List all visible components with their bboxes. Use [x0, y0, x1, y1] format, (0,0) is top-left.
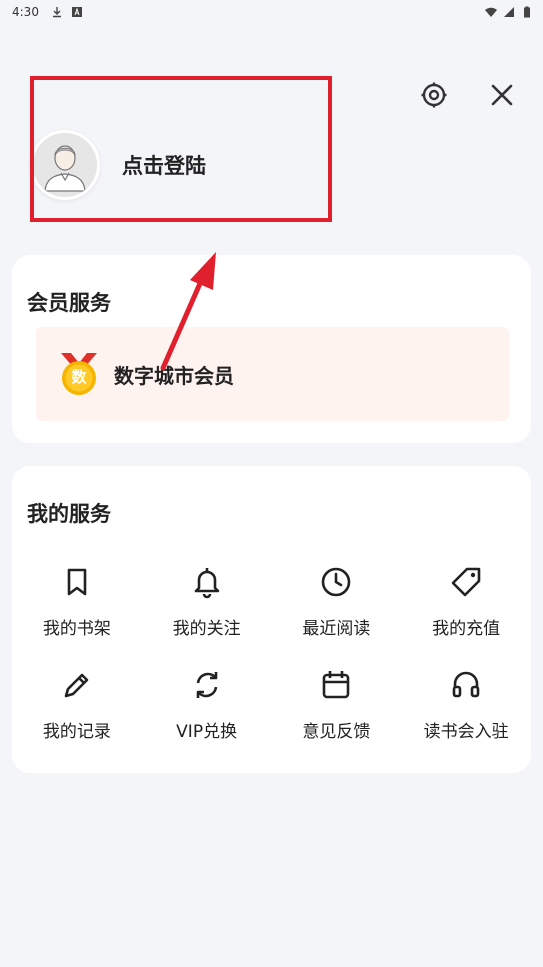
- download-icon: [52, 7, 61, 18]
- close-button[interactable]: [487, 80, 517, 110]
- service-label: 意见反馈: [302, 722, 371, 742]
- bell-icon: [194, 568, 219, 599]
- service-vip-exchange[interactable]: VIP兑换: [142, 665, 272, 742]
- close-icon: [491, 84, 513, 106]
- service-label: 我的充值: [432, 619, 501, 639]
- battery-icon: [524, 6, 530, 18]
- headset-icon: [452, 671, 480, 698]
- settings-button[interactable]: [419, 80, 449, 110]
- pencil-icon: [64, 673, 89, 698]
- my-services-card: 我的服务 我的书架 我的关注 最近阅读 我的充值 我的记录 VIP兑换 意见反馈…: [12, 466, 531, 773]
- top-actions: [419, 80, 517, 110]
- avatar[interactable]: [30, 130, 100, 200]
- my-services-title: 我的服务: [27, 502, 111, 526]
- member-item-label: 数字城市会员: [114, 363, 234, 388]
- login-prompt[interactable]: 点击登陆: [122, 150, 206, 180]
- service-recent-reading[interactable]: 最近阅读: [272, 562, 402, 639]
- service-bookshelf[interactable]: 我的书架: [12, 562, 142, 639]
- service-label: 我的记录: [42, 722, 111, 742]
- service-label: 我的书架: [42, 619, 111, 639]
- service-label: 我的关注: [172, 619, 241, 639]
- status-time: 4:30: [12, 5, 39, 19]
- service-following[interactable]: 我的关注: [142, 562, 272, 639]
- bookmark-icon: [67, 568, 87, 596]
- service-label: VIP兑换: [176, 722, 238, 742]
- service-book-club[interactable]: 读书会入驻: [401, 665, 531, 742]
- tag-icon: [451, 567, 481, 597]
- digital-city-member-item[interactable]: 数 数字城市会员: [36, 327, 509, 421]
- service-recharge[interactable]: 我的充值: [401, 562, 531, 639]
- avatar-icon: [44, 145, 86, 192]
- service-feedback[interactable]: 意见反馈: [272, 665, 402, 742]
- wifi-icon: [485, 7, 497, 17]
- services-grid: 我的书架 我的关注 最近阅读 我的充值 我的记录 VIP兑换 意见反馈 读书会入…: [12, 562, 531, 742]
- service-label: 读书会入驻: [423, 722, 509, 742]
- member-services-card: 会员服务 数 数字城市会员: [12, 255, 531, 443]
- settings-icon: [421, 82, 447, 108]
- member-badge-text: 数: [71, 368, 87, 386]
- calendar-icon: [323, 671, 350, 699]
- refresh-icon: [196, 672, 217, 698]
- service-records[interactable]: 我的记录: [12, 665, 142, 742]
- status-bar: 4:30: [0, 0, 543, 24]
- app-notification-icon: [71, 7, 82, 17]
- member-badge-icon: 数: [56, 351, 102, 397]
- signal-icon: [504, 7, 514, 17]
- profile-login[interactable]: 点击登陆: [30, 130, 206, 200]
- member-services-title: 会员服务: [27, 291, 111, 315]
- clock-icon: [322, 567, 351, 597]
- service-label: 最近阅读: [302, 619, 371, 639]
